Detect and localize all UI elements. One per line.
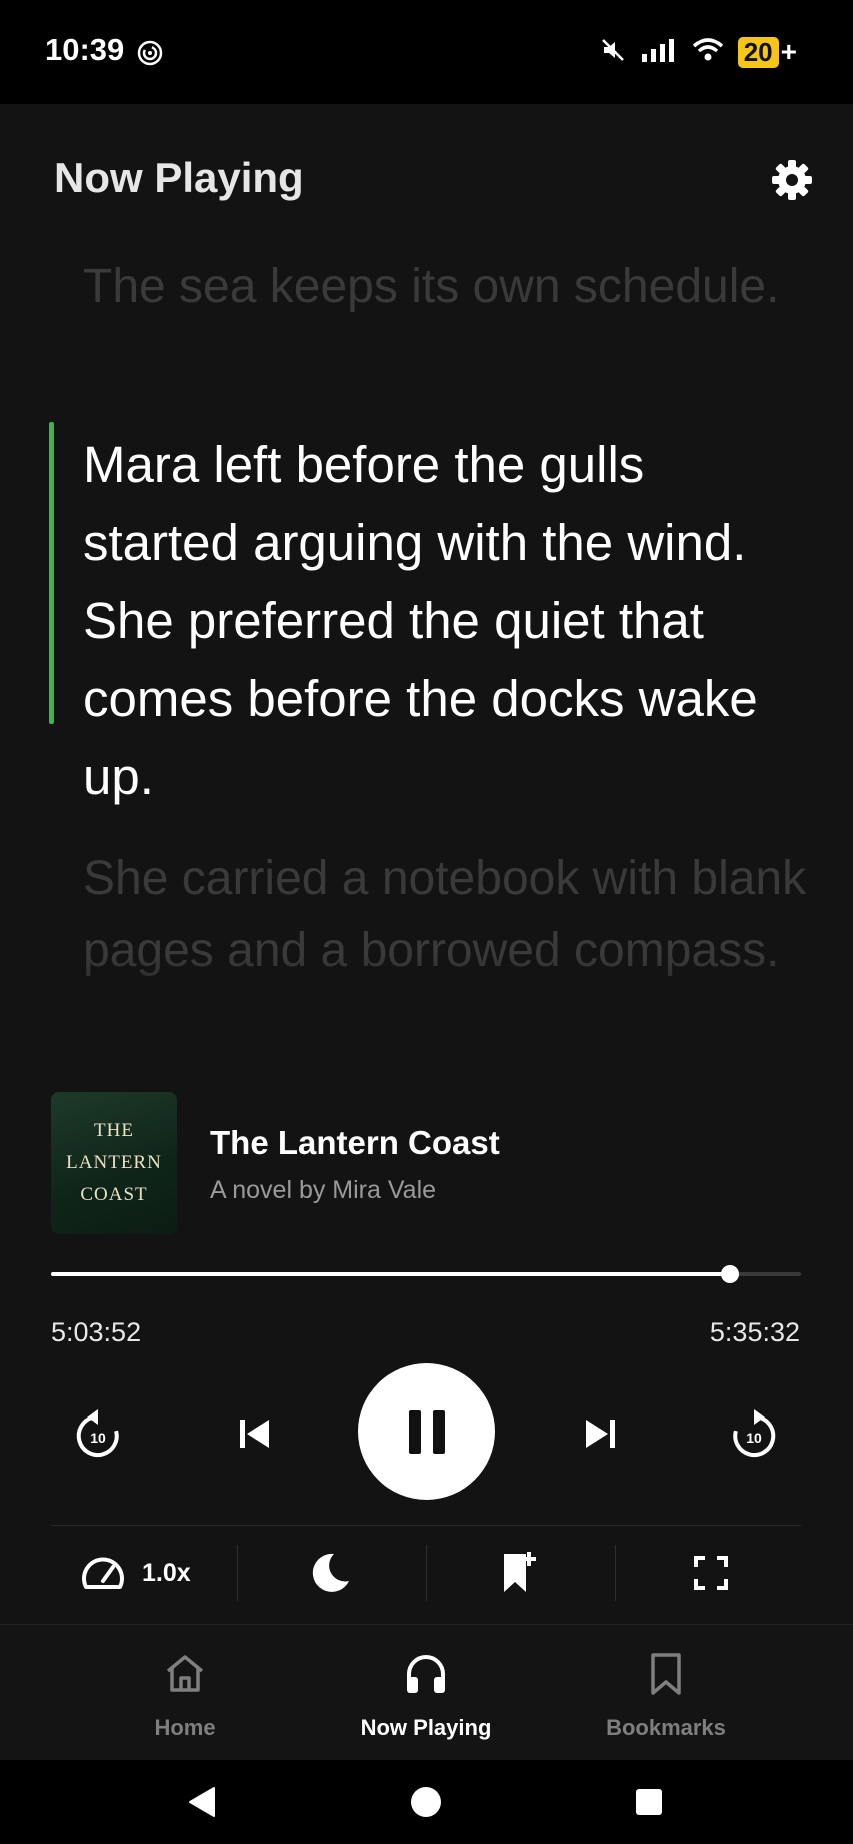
signal-icon (640, 37, 678, 68)
rewind-seconds: 10 (90, 1430, 106, 1446)
playback-speed-button[interactable]: 1.0x (80, 1548, 220, 1598)
system-home-button[interactable] (404, 1780, 448, 1824)
cover-line-3: COAST (80, 1184, 148, 1205)
transcript-previous-line[interactable]: The sea keeps its own schedule. (83, 252, 813, 322)
recents-square-icon (636, 1789, 662, 1815)
transcript-current-line[interactable]: Mara left before the gulls started argui… (83, 426, 813, 816)
nav-item-home[interactable]: Home (65, 1625, 305, 1761)
system-recents-button[interactable] (627, 1780, 671, 1824)
fullscreen-button[interactable] (686, 1548, 736, 1598)
moon-icon (312, 1553, 349, 1592)
forward-seconds: 10 (746, 1430, 762, 1446)
home-icon (166, 1655, 204, 1692)
tool-separator (237, 1545, 238, 1601)
speed-label: 1.0x (142, 1558, 191, 1587)
forward-icon: 10 (733, 1409, 776, 1458)
next-chapter-button[interactable] (575, 1409, 625, 1459)
status-bar: 10:39 20 + (0, 0, 853, 104)
book-author: A novel by Mira Vale (210, 1176, 437, 1204)
wifi-icon (692, 37, 724, 68)
cover-line-2: LANTERN (66, 1152, 162, 1173)
sleep-timer-button[interactable] (300, 1548, 360, 1598)
battery-level: 20 (743, 36, 773, 67)
cover-line-1: THE (94, 1120, 134, 1141)
bookmark-add-icon (504, 1552, 536, 1592)
nav-item-now-playing[interactable]: Now Playing (306, 1625, 546, 1761)
speedometer-icon (82, 1557, 124, 1589)
headphones-icon (407, 1655, 445, 1693)
status-icons: 20 + (600, 36, 797, 68)
system-back-button[interactable] (180, 1780, 224, 1824)
status-time: 10:39 (45, 32, 125, 67)
system-nav-bar (0, 1760, 853, 1844)
tool-separator (615, 1545, 616, 1601)
rewind-icon: 10 (76, 1409, 119, 1458)
mute-icon (600, 37, 626, 68)
forward-10-button[interactable]: 10 (726, 1406, 782, 1462)
battery-indicator: 20 + (737, 36, 797, 68)
add-bookmark-button[interactable] (495, 1548, 545, 1598)
nav-label: Home (154, 1715, 216, 1740)
elapsed-time: 5:03:52 (51, 1317, 142, 1347)
controls-divider (51, 1525, 801, 1526)
battery-charging: + (780, 36, 797, 67)
progress-slider[interactable] (51, 1265, 801, 1283)
skip-next-icon (586, 1420, 615, 1448)
home-circle-icon (411, 1787, 441, 1817)
fullscreen-icon (694, 1556, 728, 1590)
bookmark-icon (651, 1653, 681, 1695)
nav-label: Bookmarks (606, 1715, 726, 1740)
transcript-fade (0, 955, 853, 1035)
back-triangle-icon (189, 1787, 215, 1817)
current-line-indicator (49, 422, 54, 724)
previous-chapter-button[interactable] (230, 1409, 280, 1459)
pause-icon (408, 1409, 445, 1454)
bottom-nav: Home Now Playing Bookmarks (0, 1624, 853, 1761)
progress-fill (51, 1272, 730, 1276)
skip-previous-icon (240, 1420, 269, 1448)
settings-button[interactable] (770, 158, 814, 202)
progress-knob[interactable] (720, 1265, 739, 1283)
gear-icon (772, 160, 812, 200)
page-title: Now Playing (54, 154, 304, 201)
total-time: 5:35:32 (709, 1317, 800, 1347)
book-title: The Lantern Coast (210, 1124, 500, 1161)
book-cover[interactable]: THE LANTERN COAST (51, 1092, 177, 1234)
sync-icon (137, 40, 163, 71)
cover-title: THE LANTERN COAST (66, 1115, 162, 1211)
pause-button[interactable] (358, 1363, 495, 1500)
rewind-10-button[interactable]: 10 (70, 1406, 126, 1462)
tool-separator (426, 1545, 427, 1601)
nav-label: Now Playing (360, 1715, 492, 1740)
nav-item-bookmarks[interactable]: Bookmarks (546, 1625, 786, 1761)
